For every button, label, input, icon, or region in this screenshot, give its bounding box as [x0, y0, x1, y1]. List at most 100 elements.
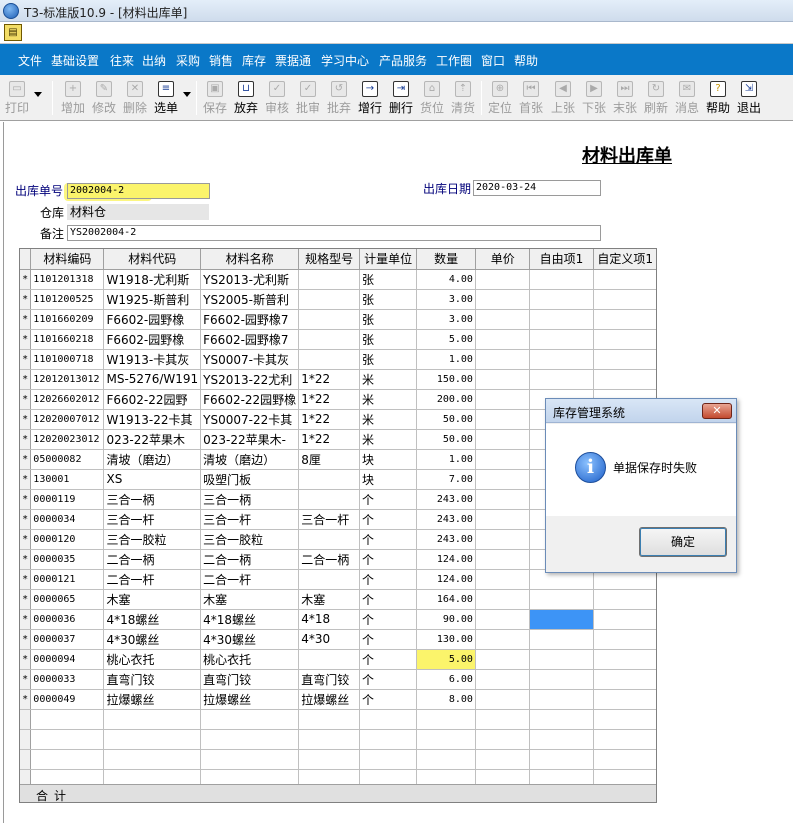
table-cell[interactable]: [103, 729, 202, 750]
row-marker[interactable]: *: [20, 549, 32, 570]
table-cell[interactable]: [529, 349, 594, 370]
table-cell[interactable]: [298, 709, 360, 730]
table-cell[interactable]: 243.00: [416, 529, 476, 550]
table-cell[interactable]: [475, 349, 531, 370]
table-cell[interactable]: 4*18: [298, 609, 360, 630]
table-cell[interactable]: 米: [359, 369, 418, 390]
row-marker[interactable]: *: [20, 569, 32, 590]
table-cell[interactable]: [529, 609, 594, 630]
table-cell[interactable]: 1*22: [298, 389, 360, 410]
table-cell[interactable]: 三合一柄: [103, 489, 202, 510]
table-cell[interactable]: [416, 729, 476, 750]
table-cell[interactable]: 直弯门铰: [103, 669, 202, 690]
table-cell[interactable]: [529, 309, 594, 330]
table-cell[interactable]: [475, 589, 531, 610]
menu-basic-settings[interactable]: 基础设置: [51, 52, 99, 69]
row-marker[interactable]: *: [20, 469, 32, 490]
doc-no-field[interactable]: 2002004-2: [67, 183, 210, 199]
dialog-ok-button[interactable]: 确定: [639, 527, 727, 557]
add-button[interactable]: + 增加: [58, 78, 88, 118]
table-cell[interactable]: [298, 749, 360, 770]
audit-button[interactable]: ✓ 审核: [262, 78, 292, 118]
column-header[interactable]: 自定义项1: [593, 249, 656, 270]
table-cell[interactable]: [593, 629, 656, 650]
table-cell[interactable]: [103, 709, 202, 730]
table-cell[interactable]: 1101660218: [30, 329, 105, 350]
table-cell[interactable]: 023-22苹果木: [103, 429, 202, 450]
table-cell[interactable]: 023-22苹果木-: [200, 429, 300, 450]
menu-inventory[interactable]: 库存: [242, 52, 266, 69]
table-cell[interactable]: [593, 749, 656, 770]
column-header[interactable]: 单价: [475, 249, 531, 270]
table-cell[interactable]: 8厘: [298, 449, 360, 470]
table-cell[interactable]: 二合一杆: [103, 569, 202, 590]
table-cell[interactable]: 1*22: [298, 369, 360, 390]
table-cell[interactable]: [475, 269, 531, 290]
table-cell[interactable]: 个: [359, 669, 418, 690]
table-cell[interactable]: [529, 709, 594, 730]
table-cell[interactable]: 二合一柄: [103, 549, 202, 570]
table-cell[interactable]: 拉爆螺丝: [200, 689, 300, 710]
table-cell[interactable]: [475, 609, 531, 630]
table-cell[interactable]: 5.00: [416, 649, 476, 670]
table-cell[interactable]: [475, 529, 531, 550]
table-cell[interactable]: YS2013-22尤利: [200, 369, 300, 390]
dialog-close-button[interactable]: ✕: [702, 403, 732, 419]
clear-stock-button[interactable]: ⇡ 清货: [448, 78, 478, 118]
batch-abandon-button[interactable]: ↺ 批弃: [324, 78, 354, 118]
table-cell[interactable]: [298, 329, 360, 350]
table-cell[interactable]: [475, 329, 531, 350]
edit-button[interactable]: ✎ 修改: [89, 78, 119, 118]
table-cell[interactable]: 拉爆螺丝: [103, 689, 202, 710]
table-cell[interactable]: [475, 569, 531, 590]
table-row[interactable]: * 1101201318 W1918-尤利斯 YS2013-尤利斯 张 4.00: [20, 269, 656, 290]
row-marker[interactable]: *: [20, 689, 32, 710]
menu-bills[interactable]: 票据通: [275, 52, 311, 69]
table-row[interactable]: * 12012013012 MS-5276/W191 YS2013-22尤利 1*22 米…: [20, 369, 656, 390]
table-cell[interactable]: [30, 729, 105, 750]
table-cell[interactable]: [103, 749, 202, 770]
row-marker[interactable]: *: [20, 669, 32, 690]
table-cell[interactable]: [529, 729, 594, 750]
table-row[interactable]: [20, 729, 656, 750]
row-marker[interactable]: *: [20, 269, 32, 290]
table-cell[interactable]: 1101201318: [30, 269, 105, 290]
add-row-button[interactable]: → 增行: [355, 78, 385, 118]
table-cell[interactable]: 吸塑门板: [200, 469, 300, 490]
row-marker[interactable]: *: [20, 389, 32, 410]
last-record-button[interactable]: ⏭ 末张: [610, 78, 640, 118]
row-marker[interactable]: *: [20, 449, 32, 470]
table-cell[interactable]: 12020023012: [30, 429, 105, 450]
table-cell[interactable]: [416, 749, 476, 770]
menu-sales[interactable]: 销售: [209, 52, 233, 69]
table-cell[interactable]: [475, 489, 531, 510]
column-header[interactable]: 材料代码: [103, 249, 202, 270]
table-cell[interactable]: [298, 269, 360, 290]
table-cell[interactable]: 7.00: [416, 469, 476, 490]
table-cell[interactable]: [529, 629, 594, 650]
row-marker[interactable]: *: [20, 629, 32, 650]
date-field[interactable]: 2020-03-24: [473, 180, 601, 196]
table-cell[interactable]: 三合一杆: [200, 509, 300, 530]
table-cell[interactable]: 张: [359, 269, 418, 290]
table-cell[interactable]: 4*18螺丝: [103, 609, 202, 630]
table-cell[interactable]: 木塞: [103, 589, 202, 610]
table-cell[interactable]: 164.00: [416, 589, 476, 610]
table-cell[interactable]: 0000120: [30, 529, 105, 550]
table-cell[interactable]: 张: [359, 309, 418, 330]
next-record-button[interactable]: ▶ 下张: [579, 78, 609, 118]
table-cell[interactable]: 三合一杆: [298, 509, 360, 530]
table-cell[interactable]: F6602-园野橡: [103, 309, 202, 330]
table-cell[interactable]: [298, 349, 360, 370]
menu-purchase[interactable]: 采购: [176, 52, 200, 69]
table-cell[interactable]: [298, 649, 360, 670]
table-cell[interactable]: 个: [359, 649, 418, 670]
batch-audit-button[interactable]: ✓ 批审: [293, 78, 323, 118]
row-marker[interactable]: *: [20, 509, 32, 530]
table-cell[interactable]: 桃心衣托: [200, 649, 300, 670]
table-row[interactable]: [20, 709, 656, 730]
column-header[interactable]: 规格型号: [298, 249, 360, 270]
table-row[interactable]: * 1101660209 F6602-园野橡 F6602-园野橡7 张 3.00: [20, 309, 656, 330]
table-cell[interactable]: 木塞: [298, 589, 360, 610]
table-cell[interactable]: 4*30: [298, 629, 360, 650]
